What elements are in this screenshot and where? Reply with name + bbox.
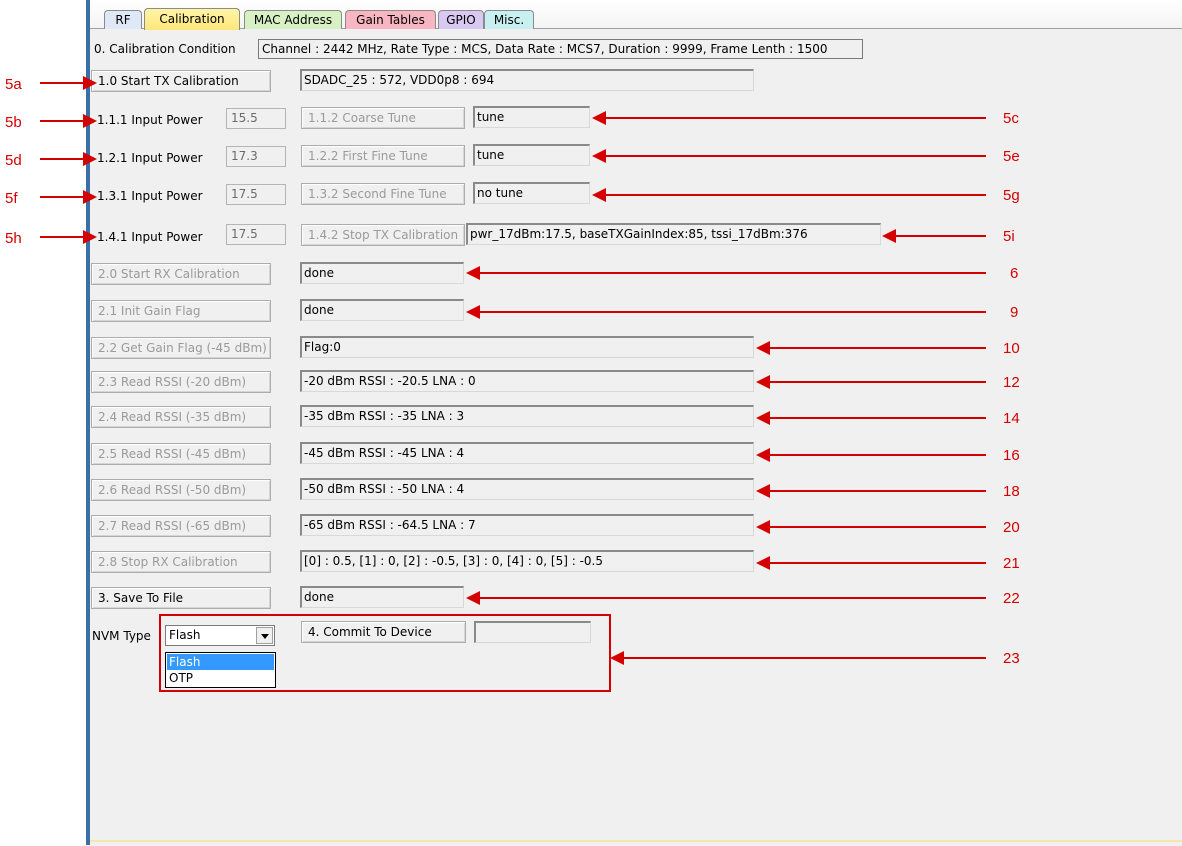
- read-rssi-65-button[interactable]: 2.7 Read RSSI (-65 dBm): [91, 515, 271, 537]
- nvm-type-dropdown-list: Flash OTP: [165, 652, 276, 688]
- input-power-field-1-4[interactable]: 17.5: [226, 224, 286, 245]
- tab-misc[interactable]: Misc.: [484, 10, 534, 29]
- nvm-option-otp[interactable]: OTP: [167, 670, 274, 686]
- get-gain-flag-result-field: Flag:0: [300, 336, 754, 358]
- calibration-condition-field: Channel : 2442 MHz, Rate Type : MCS, Dat…: [258, 39, 863, 59]
- arrow-5c: [592, 111, 986, 125]
- annotation-22: 22: [1003, 590, 1020, 607]
- second-fine-tune-result-field: no tune: [473, 182, 590, 204]
- input-power-field-1-1[interactable]: 15.5: [226, 108, 286, 129]
- tab-mac-address[interactable]: MAC Address: [244, 10, 342, 29]
- annotation-5c: 5c: [1003, 110, 1019, 127]
- read-rssi-35-result-field: -35 dBm RSSI : -35 LNA : 3: [300, 405, 754, 427]
- arrow-5d: [40, 152, 97, 166]
- annotation-23: 23: [1003, 650, 1020, 667]
- arrow-20: [756, 520, 986, 534]
- arrow-5f: [40, 190, 97, 204]
- annotation-10: 10: [1003, 340, 1020, 357]
- first-fine-tune-result-field: tune: [473, 144, 590, 166]
- read-rssi-20-result-field: -20 dBm RSSI : -20.5 LNA : 0: [300, 370, 754, 392]
- stop-rx-result-field: [0] : 0.5, [1] : 0, [2] : -0.5, [3] : 0,…: [300, 550, 754, 572]
- annotation-6: 6: [1010, 265, 1019, 282]
- stop-tx-calibration-button[interactable]: 1.4.2 Stop TX Calibration: [301, 224, 465, 246]
- nvm-type-label: NVM Type: [92, 629, 151, 643]
- input-power-label-1-1: 1.1.1 Input Power: [97, 113, 203, 127]
- nvm-type-selected-value: Flash: [169, 628, 201, 642]
- tab-gain-tables[interactable]: Gain Tables: [345, 10, 436, 29]
- arrow-14: [756, 411, 986, 425]
- annotation-5b: 5b: [5, 114, 22, 131]
- annotation-12: 12: [1003, 374, 1020, 391]
- stop-tx-result-field: pwr_17dBm:17.5, baseTXGainIndex:85, tssi…: [466, 223, 881, 245]
- arrow-10: [756, 341, 986, 355]
- read-rssi-20-button[interactable]: 2.3 Read RSSI (-20 dBm): [91, 371, 271, 393]
- first-fine-tune-button[interactable]: 1.2.2 First Fine Tune: [301, 145, 465, 167]
- arrow-5e: [592, 149, 986, 163]
- input-power-label-1-2: 1.2.1 Input Power: [97, 151, 203, 165]
- arrow-22: [466, 591, 986, 605]
- annotation-21: 21: [1003, 555, 1020, 572]
- arrow-5g: [592, 188, 986, 202]
- input-power-label-1-4: 1.4.1 Input Power: [97, 230, 203, 244]
- input-power-field-1-3[interactable]: 17.5: [226, 184, 286, 205]
- coarse-tune-button[interactable]: 1.1.2 Coarse Tune: [301, 107, 465, 129]
- commit-to-device-button[interactable]: 4. Commit To Device: [301, 621, 466, 643]
- input-power-label-1-3: 1.3.1 Input Power: [97, 189, 203, 203]
- read-rssi-50-result-field: -50 dBm RSSI : -50 LNA : 4: [300, 478, 754, 500]
- annotation-16: 16: [1003, 447, 1020, 464]
- read-rssi-45-button[interactable]: 2.5 Read RSSI (-45 dBm): [91, 443, 271, 465]
- tab-calibration[interactable]: Calibration: [144, 8, 240, 30]
- read-rssi-35-button[interactable]: 2.4 Read RSSI (-35 dBm): [91, 406, 271, 428]
- nvm-type-select[interactable]: Flash: [165, 625, 275, 646]
- start-tx-result-field: SDADC_25 : 572, VDD0p8 : 694: [300, 69, 754, 91]
- read-rssi-45-result-field: -45 dBm RSSI : -45 LNA : 4: [300, 442, 754, 464]
- annotation-5d: 5d: [5, 152, 22, 169]
- coarse-tune-result-field: tune: [473, 106, 590, 128]
- nvm-option-flash[interactable]: Flash: [167, 654, 274, 670]
- input-power-field-1-2[interactable]: 17.3: [226, 146, 286, 167]
- start-rx-result-field: done: [300, 262, 464, 284]
- tab-gpio[interactable]: GPIO: [438, 10, 484, 29]
- annotation-20: 20: [1003, 519, 1020, 536]
- calibration-condition-label: 0. Calibration Condition: [94, 42, 236, 56]
- annotation-5h: 5h: [5, 230, 22, 247]
- arrow-21: [756, 556, 986, 570]
- start-rx-calibration-button[interactable]: 2.0 Start RX Calibration: [91, 263, 271, 285]
- arrow-16: [756, 448, 986, 462]
- chevron-down-icon[interactable]: [256, 627, 273, 644]
- annotation-9: 9: [1010, 304, 1019, 321]
- arrow-23: [610, 651, 986, 665]
- stop-rx-calibration-button[interactable]: 2.8 Stop RX Calibration: [91, 551, 271, 573]
- tab-rf[interactable]: RF: [104, 10, 142, 29]
- read-rssi-65-result-field: -65 dBm RSSI : -64.5 LNA : 7: [300, 514, 754, 536]
- arrow-5a: [40, 76, 97, 90]
- save-to-file-button[interactable]: 3. Save To File: [91, 587, 271, 609]
- annotation-5f: 5f: [5, 190, 18, 207]
- init-gain-flag-button[interactable]: 2.1 Init Gain Flag: [91, 300, 271, 322]
- start-tx-calibration-button[interactable]: 1.0 Start TX Calibration: [91, 70, 271, 92]
- init-gain-flag-result-field: done: [300, 299, 464, 321]
- annotation-18: 18: [1003, 483, 1020, 500]
- calibration-app: RF Calibration MAC Address Gain Tables G…: [0, 0, 1182, 846]
- arrow-12: [756, 375, 986, 389]
- annotation-5e: 5e: [1003, 148, 1020, 165]
- second-fine-tune-button[interactable]: 1.3.2 Second Fine Tune: [301, 183, 465, 205]
- arrow-9: [466, 305, 986, 319]
- arrow-5h: [40, 230, 97, 244]
- arrow-18: [756, 484, 986, 498]
- annotation-5i: 5i: [1003, 228, 1015, 245]
- annotation-5a: 5a: [5, 76, 22, 93]
- get-gain-flag-button[interactable]: 2.2 Get Gain Flag (-45 dBm): [91, 337, 271, 359]
- commit-result-field: [474, 621, 591, 643]
- panel-bottom-edge: [90, 840, 1182, 842]
- arrow-6: [466, 266, 986, 280]
- arrow-5b: [40, 114, 97, 128]
- read-rssi-50-button[interactable]: 2.6 Read RSSI (-50 dBm): [91, 479, 271, 501]
- annotation-14: 14: [1003, 410, 1020, 427]
- save-to-file-result-field: done: [300, 586, 464, 608]
- annotation-5g: 5g: [1003, 187, 1020, 204]
- arrow-5i: [882, 229, 986, 243]
